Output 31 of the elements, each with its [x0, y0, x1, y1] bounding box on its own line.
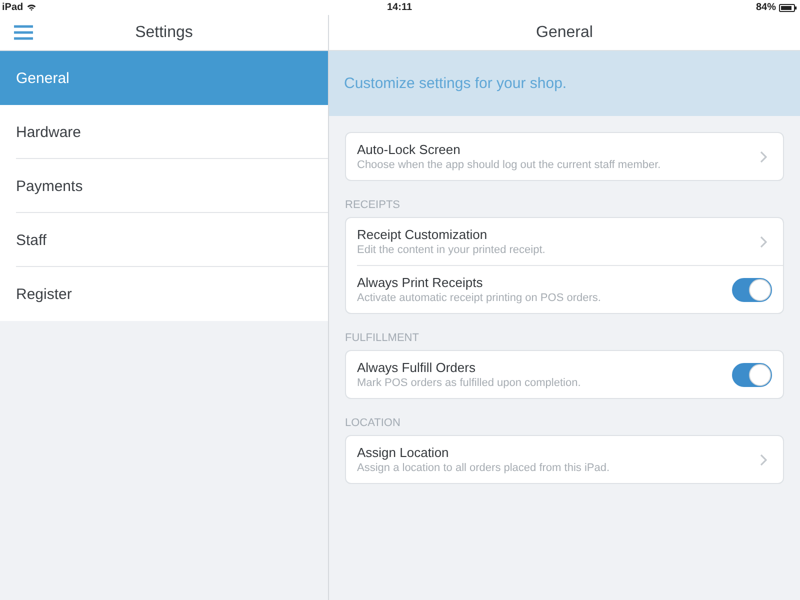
toggle-switch[interactable]: [732, 278, 772, 302]
sidebar-item[interactable]: Staff: [0, 213, 328, 267]
row-description: Assign a location to all orders placed from this iPad.: [357, 460, 610, 474]
toggle-switch[interactable]: [732, 362, 772, 386]
section-heading: RECEIPTS: [345, 198, 402, 213]
sidebar-item[interactable]: Hardware: [0, 105, 328, 159]
row-description: Choose when the app should log out the current staff member.: [357, 158, 661, 172]
sidebar-item[interactable]: Register: [0, 267, 328, 321]
nav-title: General: [536, 24, 593, 42]
chevron-icon: [760, 150, 767, 162]
chevron-icon: [760, 454, 767, 466]
row-title: Assign Location: [357, 444, 449, 460]
chevron-icon: [760, 236, 767, 248]
battery-icon: [779, 4, 797, 12]
battery-percent: 84%: [756, 2, 776, 13]
row-title: Auto-Lock Screen: [357, 142, 460, 158]
nav-title: Settings: [135, 24, 193, 42]
row-description: Activate automatic receipt printing on POS orders.: [357, 290, 601, 304]
row-title: Receipt Customization: [357, 226, 488, 242]
sidebar-item[interactable]: Payments: [0, 159, 328, 213]
row-title: Always Print Receipts: [357, 274, 483, 290]
wifi-icon: [27, 4, 36, 11]
status-time: 14:11: [386, 2, 412, 13]
row-description: Mark POS orders as fulfilled upon completion.: [357, 376, 581, 390]
row-description: Edit the content in your printed receipt.: [357, 242, 546, 256]
section-heading: LOCATION: [345, 416, 402, 431]
row-title: Always Fulfill Orders: [357, 360, 476, 376]
menu-icon[interactable]: [14, 25, 33, 40]
section-heading: FULFILLMENT: [345, 331, 420, 346]
device-name: iPad: [2, 2, 24, 13]
info-banner: Customize settings for your shop.: [329, 51, 800, 116]
